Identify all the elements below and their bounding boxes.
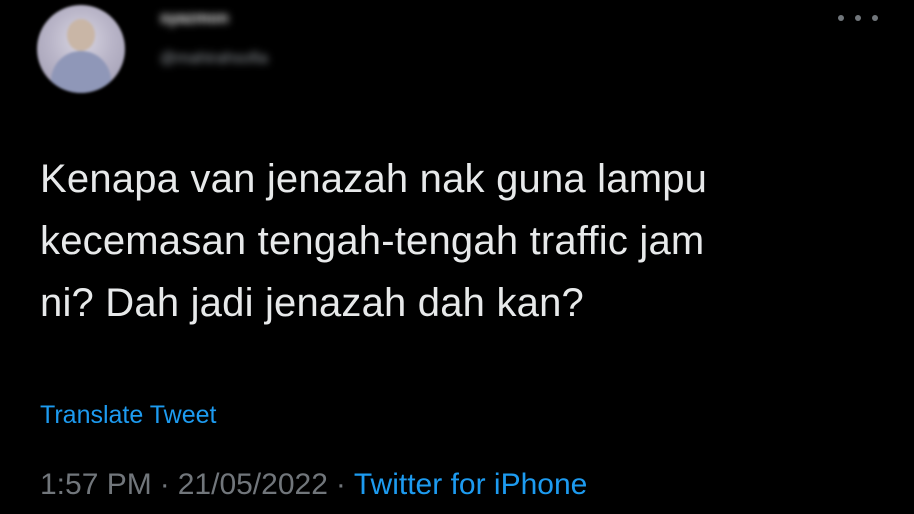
- tweet-meta: 1:57 PM · 21/05/2022 · Twitter for iPhone: [40, 468, 587, 502]
- author-display-name[interactable]: syazmon: [160, 10, 290, 30]
- more-dot: [872, 15, 878, 21]
- avatar-body: [51, 51, 111, 93]
- tweet-card: syazmon @mahirahsofia Kenapa van jenazah…: [0, 0, 914, 514]
- more-horizontal-icon[interactable]: [838, 8, 878, 28]
- tweet-text: Kenapa van jenazah nak guna lampu kecema…: [40, 148, 900, 334]
- avatar-head: [67, 19, 95, 51]
- meta-separator: ·: [159, 468, 170, 501]
- tweet-source-link[interactable]: Twitter for iPhone: [354, 468, 587, 501]
- user-avatar[interactable]: [37, 5, 125, 93]
- tweet-text-line: ni? Dah jadi jenazah dah kan?: [40, 281, 584, 325]
- more-dot: [855, 15, 861, 21]
- tweet-text-line: Kenapa van jenazah nak guna lampu: [40, 157, 708, 201]
- tweet-date[interactable]: 21/05/2022: [178, 468, 328, 501]
- author-handle[interactable]: @mahirahsofia: [160, 50, 360, 72]
- translate-tweet-link[interactable]: Translate Tweet: [40, 401, 216, 430]
- meta-separator: ·: [335, 468, 346, 501]
- tweet-text-line: kecemasan tengah-tengah traffic jam: [40, 219, 705, 263]
- more-dot: [838, 15, 844, 21]
- tweet-time[interactable]: 1:57 PM: [40, 468, 152, 501]
